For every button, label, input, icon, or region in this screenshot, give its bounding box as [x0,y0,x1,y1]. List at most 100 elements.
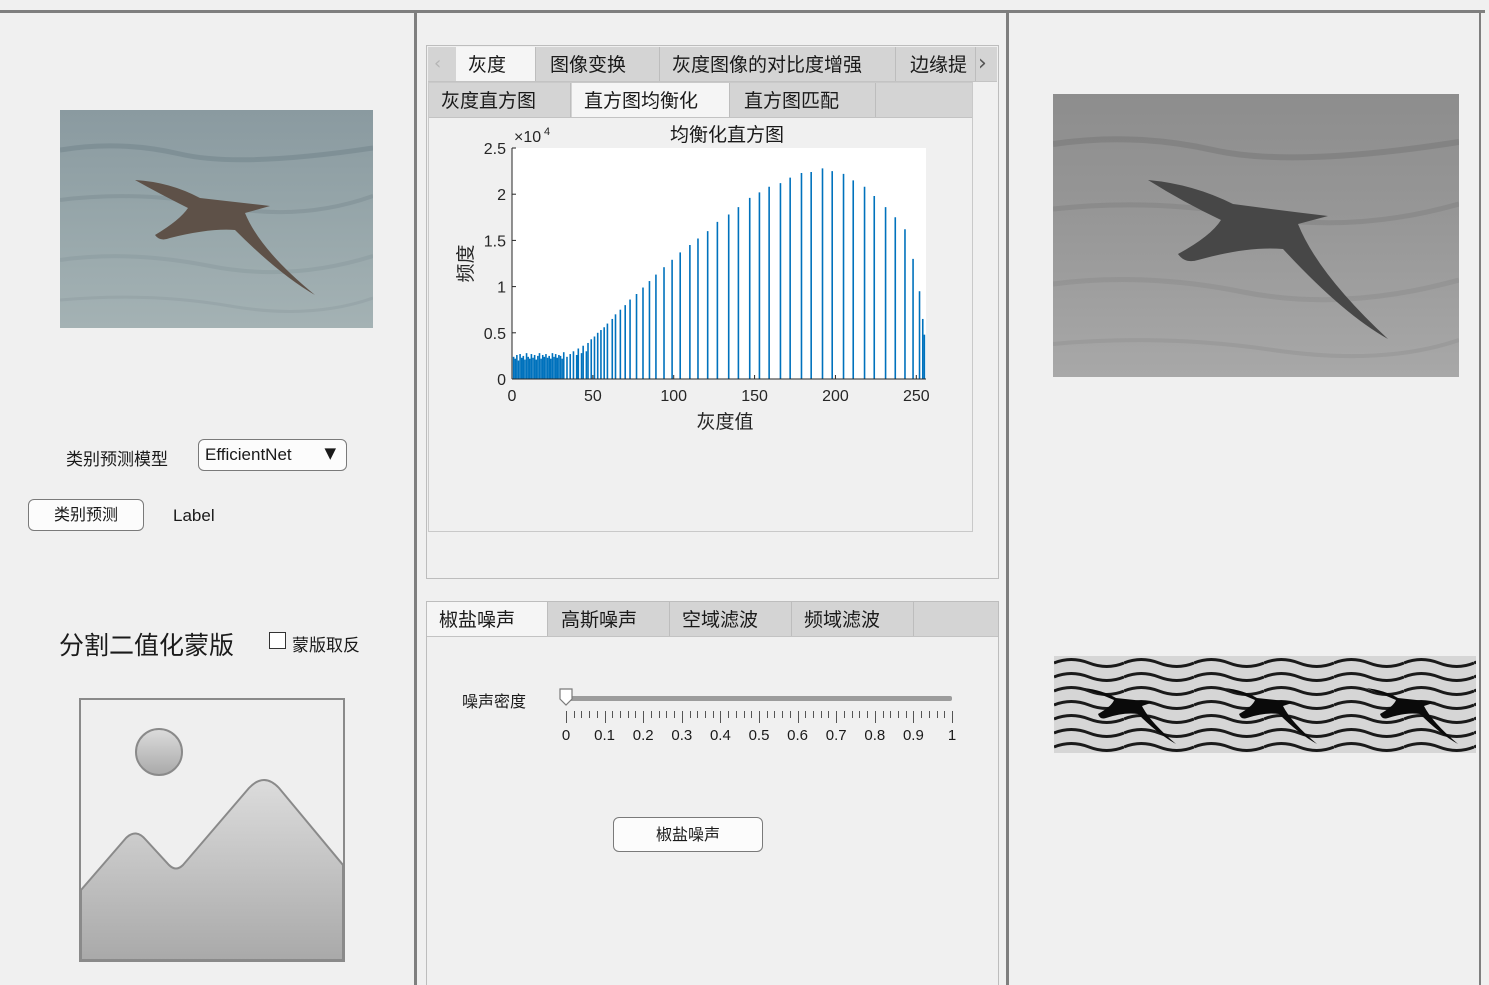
y-tick-label: 0.5 [484,326,506,343]
binary-result-strip [1054,656,1476,753]
slider-tick-label: 0.4 [709,727,731,744]
tab-histogram-matching[interactable]: 直方图匹配 [732,83,876,117]
slider-minor-tick [666,711,668,718]
tab-histogram-equalization[interactable]: 直方图均衡化 [572,83,730,117]
slider-minor-tick [843,711,845,718]
slider-minor-tick [789,711,791,718]
model-select-value: EfficientNet [205,445,292,464]
tab-image-transform[interactable]: 图像变换 [538,47,660,81]
histogram-svg: 0 50 100 150 200 250 0 0.5 1 1.5 2 2.5 均衡化直方图灰度值 频度 ×1… [455,124,930,433]
slider-minor-tick [620,711,622,718]
chevron-left-icon[interactable]: ‹ [434,53,441,74]
apply-salt-pepper-button[interactable]: 椒盐噪声 [613,817,763,852]
noise-density-slider-thumb[interactable] [559,688,573,706]
predict-button[interactable]: 类别预测 [28,499,144,531]
slider-tick-label: 0.2 [632,727,654,744]
slider-minor-tick [774,711,776,718]
slider-minor-tick [650,711,652,718]
y-multiplier: ×10 [514,129,541,146]
tab-salt-pepper[interactable]: 椒盐噪声 [427,602,548,636]
histogram-chart: 0 50 100 150 200 250 0 0.5 1 1.5 2 2.5 均衡化直方图 灰度值 频度 ×1… [430,118,970,448]
model-select[interactable]: EfficientNet ▼ [198,439,347,471]
slider-minor-tick [743,711,745,718]
y-tick-label: 1 [497,280,506,297]
top-border [0,10,1485,13]
processed-gray-image [1053,94,1459,377]
slider-minor-tick [689,711,691,718]
chevron-down-icon: ▼ [324,444,336,462]
sub-tabbar: 灰度直方图 直方图均衡化 直方图匹配 [429,83,972,118]
y-tick-label: 2.5 [484,141,506,158]
right-edge [1479,12,1481,985]
tab-gray-histogram[interactable]: 灰度直方图 [429,83,571,117]
right-divider [1006,12,1009,985]
tab-contrast-enhance[interactable]: 灰度图像的对比度增强 [660,47,896,81]
y-tick-label: 1.5 [484,233,506,250]
x-tick-label: 200 [822,388,849,405]
slider-major-tick [681,711,683,723]
slider-major-tick [643,711,645,723]
slider-minor-tick [820,711,822,718]
slider-minor-tick [859,711,861,718]
chart-title: 均衡化直方图 [670,124,784,146]
slider-minor-tick [851,711,853,718]
slider-minor-tick [936,711,938,718]
slider-minor-tick [589,711,591,718]
slider-minor-tick [596,711,598,718]
mask-image-placeholder [79,698,345,962]
mask-invert-checkbox[interactable] [269,632,286,649]
tab-gaussian-noise[interactable]: 高斯噪声 [549,602,670,636]
y-axis-label: 频度 [455,244,477,282]
slider-tick-label: 0.6 [787,727,809,744]
slider-minor-tick [581,711,583,718]
x-tick-label: 150 [741,388,768,405]
slider-minor-tick [697,711,699,718]
tab-frequency-filter[interactable]: 频域滤波 [792,602,914,636]
slider-minor-tick [751,711,753,718]
mask-invert-label: 蒙版取反 [292,636,360,656]
x-tick-label: 250 [903,388,930,405]
y-tick-label: 2 [497,187,506,204]
slider-minor-tick [612,711,614,718]
noise-density-slider-track[interactable] [566,696,952,701]
noise-tabbar: 椒盐噪声 高斯噪声 空域滤波 频域滤波 [427,602,998,637]
y-tick-label: 0 [497,372,506,389]
slider-minor-tick [766,711,768,718]
slider-minor-tick [828,711,830,718]
slider-tick-label: 1 [947,727,957,744]
slider-minor-tick [712,711,714,718]
slider-minor-tick [867,711,869,718]
slider-tick-label: 0.7 [825,727,847,744]
slider-tick-label: 0 [561,727,571,744]
slider-minor-tick [735,711,737,718]
slider-minor-tick [658,711,660,718]
slider-major-tick [874,711,876,723]
slider-major-tick [913,711,915,723]
slider-minor-tick [905,711,907,718]
slider-minor-tick [921,711,923,718]
slider-minor-tick [627,711,629,718]
y-exponent: 4 [544,126,550,138]
slider-major-tick [566,711,567,723]
left-divider [414,12,417,985]
x-axis-label: 灰度值 [696,411,753,433]
tab-edge-extract[interactable]: 边缘提 [898,47,976,81]
slider-minor-tick [890,711,892,718]
noise-tab-panel [426,601,999,985]
x-tick-label: 100 [660,388,687,405]
slider-minor-tick [573,711,575,718]
slider-minor-tick [882,711,884,718]
slider-minor-tick [704,711,706,718]
tab-gray[interactable]: 灰度 [456,47,536,81]
slider-major-tick [952,711,953,723]
mask-title: 分割二值化蒙版 [59,631,235,660]
x-tick-label: 0 [508,388,517,405]
slider-minor-tick [728,711,730,718]
model-label: 类别预测模型 [66,450,168,470]
slider-minor-tick [805,711,807,718]
slider-major-tick [720,711,722,723]
slider-minor-tick [782,711,784,718]
slider-major-tick [836,711,838,723]
tab-spatial-filter[interactable]: 空域滤波 [670,602,792,636]
chevron-right-icon[interactable]: › [978,51,987,76]
